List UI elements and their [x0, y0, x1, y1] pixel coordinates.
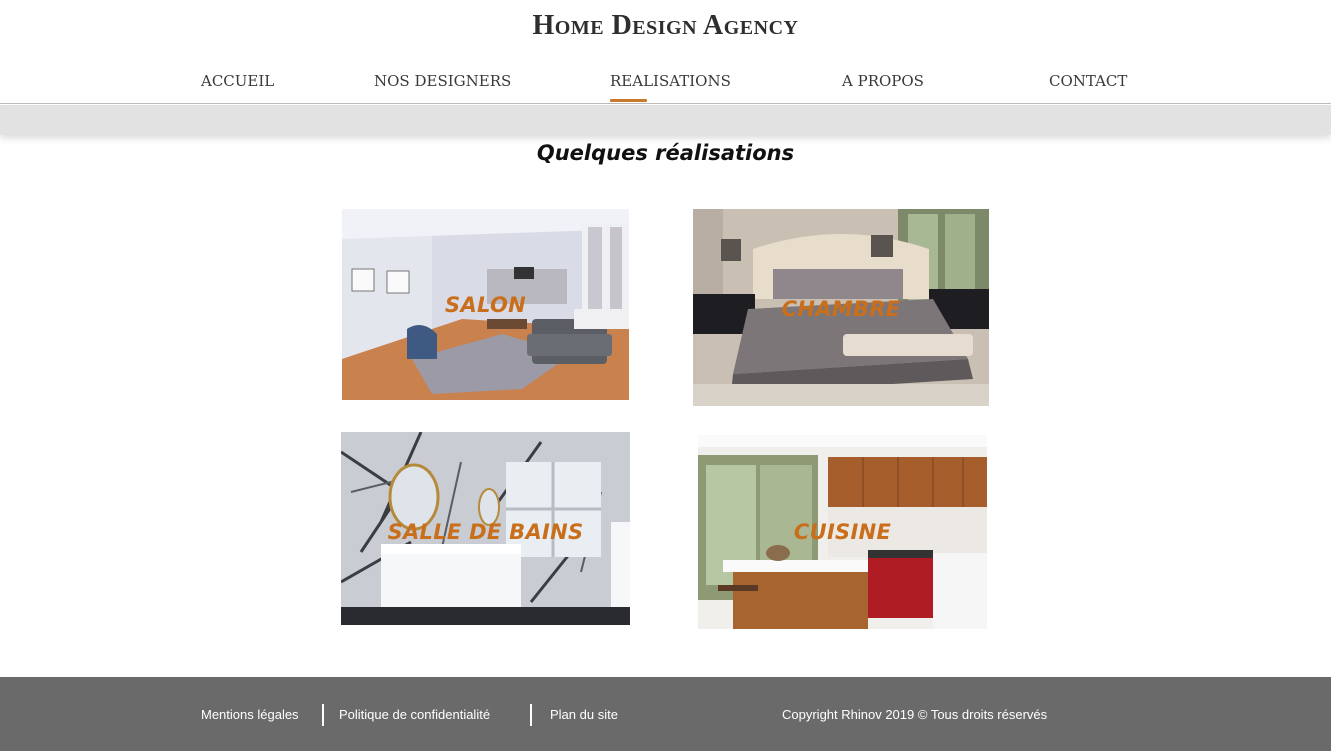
- main-nav: ACCUEIL NOS DESIGNERS REALISATIONS A PRO…: [0, 70, 1331, 104]
- nav-item-contact[interactable]: CONTACT: [1049, 72, 1127, 90]
- gallery-card-salle-de-bains[interactable]: SALLE DE BAINS: [341, 432, 630, 625]
- footer-link-politique[interactable]: Politique de confidentialité: [339, 707, 490, 722]
- gallery-card-label: CUISINE: [793, 520, 892, 544]
- site-title[interactable]: Home Design Agency: [0, 10, 1331, 42]
- nav-item-a-propos[interactable]: A PROPOS: [842, 72, 924, 90]
- footer-link-mentions-legales[interactable]: Mentions légales: [201, 707, 299, 722]
- footer: Mentions légales Politique de confidenti…: [0, 677, 1331, 751]
- page-heading: Quelques réalisations: [536, 141, 795, 165]
- gallery-card-chambre[interactable]: CHAMBRE: [693, 209, 989, 406]
- gallery-card-label: SALLE DE BAINS: [387, 520, 584, 544]
- gallery-card-cuisine[interactable]: CUISINE: [698, 435, 987, 629]
- nav-item-accueil[interactable]: ACCUEIL: [201, 72, 274, 90]
- nav-item-realisations[interactable]: REALISATIONS: [610, 72, 731, 102]
- footer-separator: [322, 704, 324, 726]
- footer-separator: [530, 704, 532, 726]
- gallery-card-label: CHAMBRE: [781, 297, 901, 321]
- footer-link-plan-du-site[interactable]: Plan du site: [550, 707, 618, 722]
- header-band: [0, 105, 1331, 135]
- gallery-card-label: SALON: [445, 293, 526, 317]
- footer-copyright: Copyright Rhinov 2019 © Tous droits rése…: [782, 707, 1048, 722]
- gallery-card-salon[interactable]: SALON: [342, 209, 629, 400]
- nav-item-nos-designers[interactable]: NOS DESIGNERS: [374, 72, 511, 90]
